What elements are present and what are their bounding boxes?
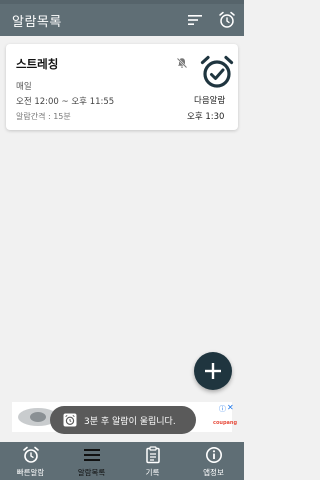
nav-label: 기록 (145, 468, 160, 477)
toast-message: 3분 후 알람이 울립니다. (50, 406, 196, 434)
nav-history[interactable]: 기록 (122, 442, 183, 480)
menu-icon (84, 449, 100, 461)
nav-app-info[interactable]: 앱정보 (183, 442, 244, 480)
nav-alarm-list[interactable]: 알람목록 (61, 442, 122, 480)
alarm-interval: 알람간격 : 15분 (16, 112, 71, 121)
info-icon (206, 447, 222, 463)
nav-label: 앱정보 (203, 468, 224, 477)
add-alarm-button[interactable] (194, 352, 232, 390)
next-alarm-time: 오후 1:30 (187, 112, 225, 122)
alarm-clock-check-icon (200, 55, 234, 88)
nav-quick-alarm[interactable]: 빠른알람 (0, 442, 61, 480)
alarm-repeat: 매일 (16, 82, 32, 92)
plus-icon (205, 363, 221, 379)
toast-text: 3분 후 알람이 울립니다. (84, 417, 176, 427)
ad-brand-logo: coupang (213, 420, 238, 426)
alarm-title: 스트레칭 (16, 57, 59, 71)
bottom-nav: 빠른알람 알람목록 기록 앱정보 (0, 442, 244, 480)
page-title: 알람목록 (12, 15, 62, 30)
clipboard-icon (146, 446, 160, 464)
next-alarm-label: 다음알람 (194, 96, 226, 106)
bell-off-icon (176, 57, 188, 69)
nav-label: 빠른알람 (16, 468, 45, 477)
nav-label: 알람목록 (77, 468, 106, 477)
ad-close-icon[interactable]: ✕ (227, 403, 234, 412)
ad-info-icon[interactable]: ⓘ (219, 404, 226, 414)
alarm-time-range: 오전 12:00 ~ 오후 11:55 (16, 97, 115, 107)
alarm-clock-icon (23, 446, 39, 463)
sort-icon[interactable] (187, 13, 203, 27)
alarm-clock-icon[interactable] (218, 11, 236, 29)
alarm-clock-icon (63, 413, 77, 427)
app-bar: 알람목록 (0, 4, 244, 36)
